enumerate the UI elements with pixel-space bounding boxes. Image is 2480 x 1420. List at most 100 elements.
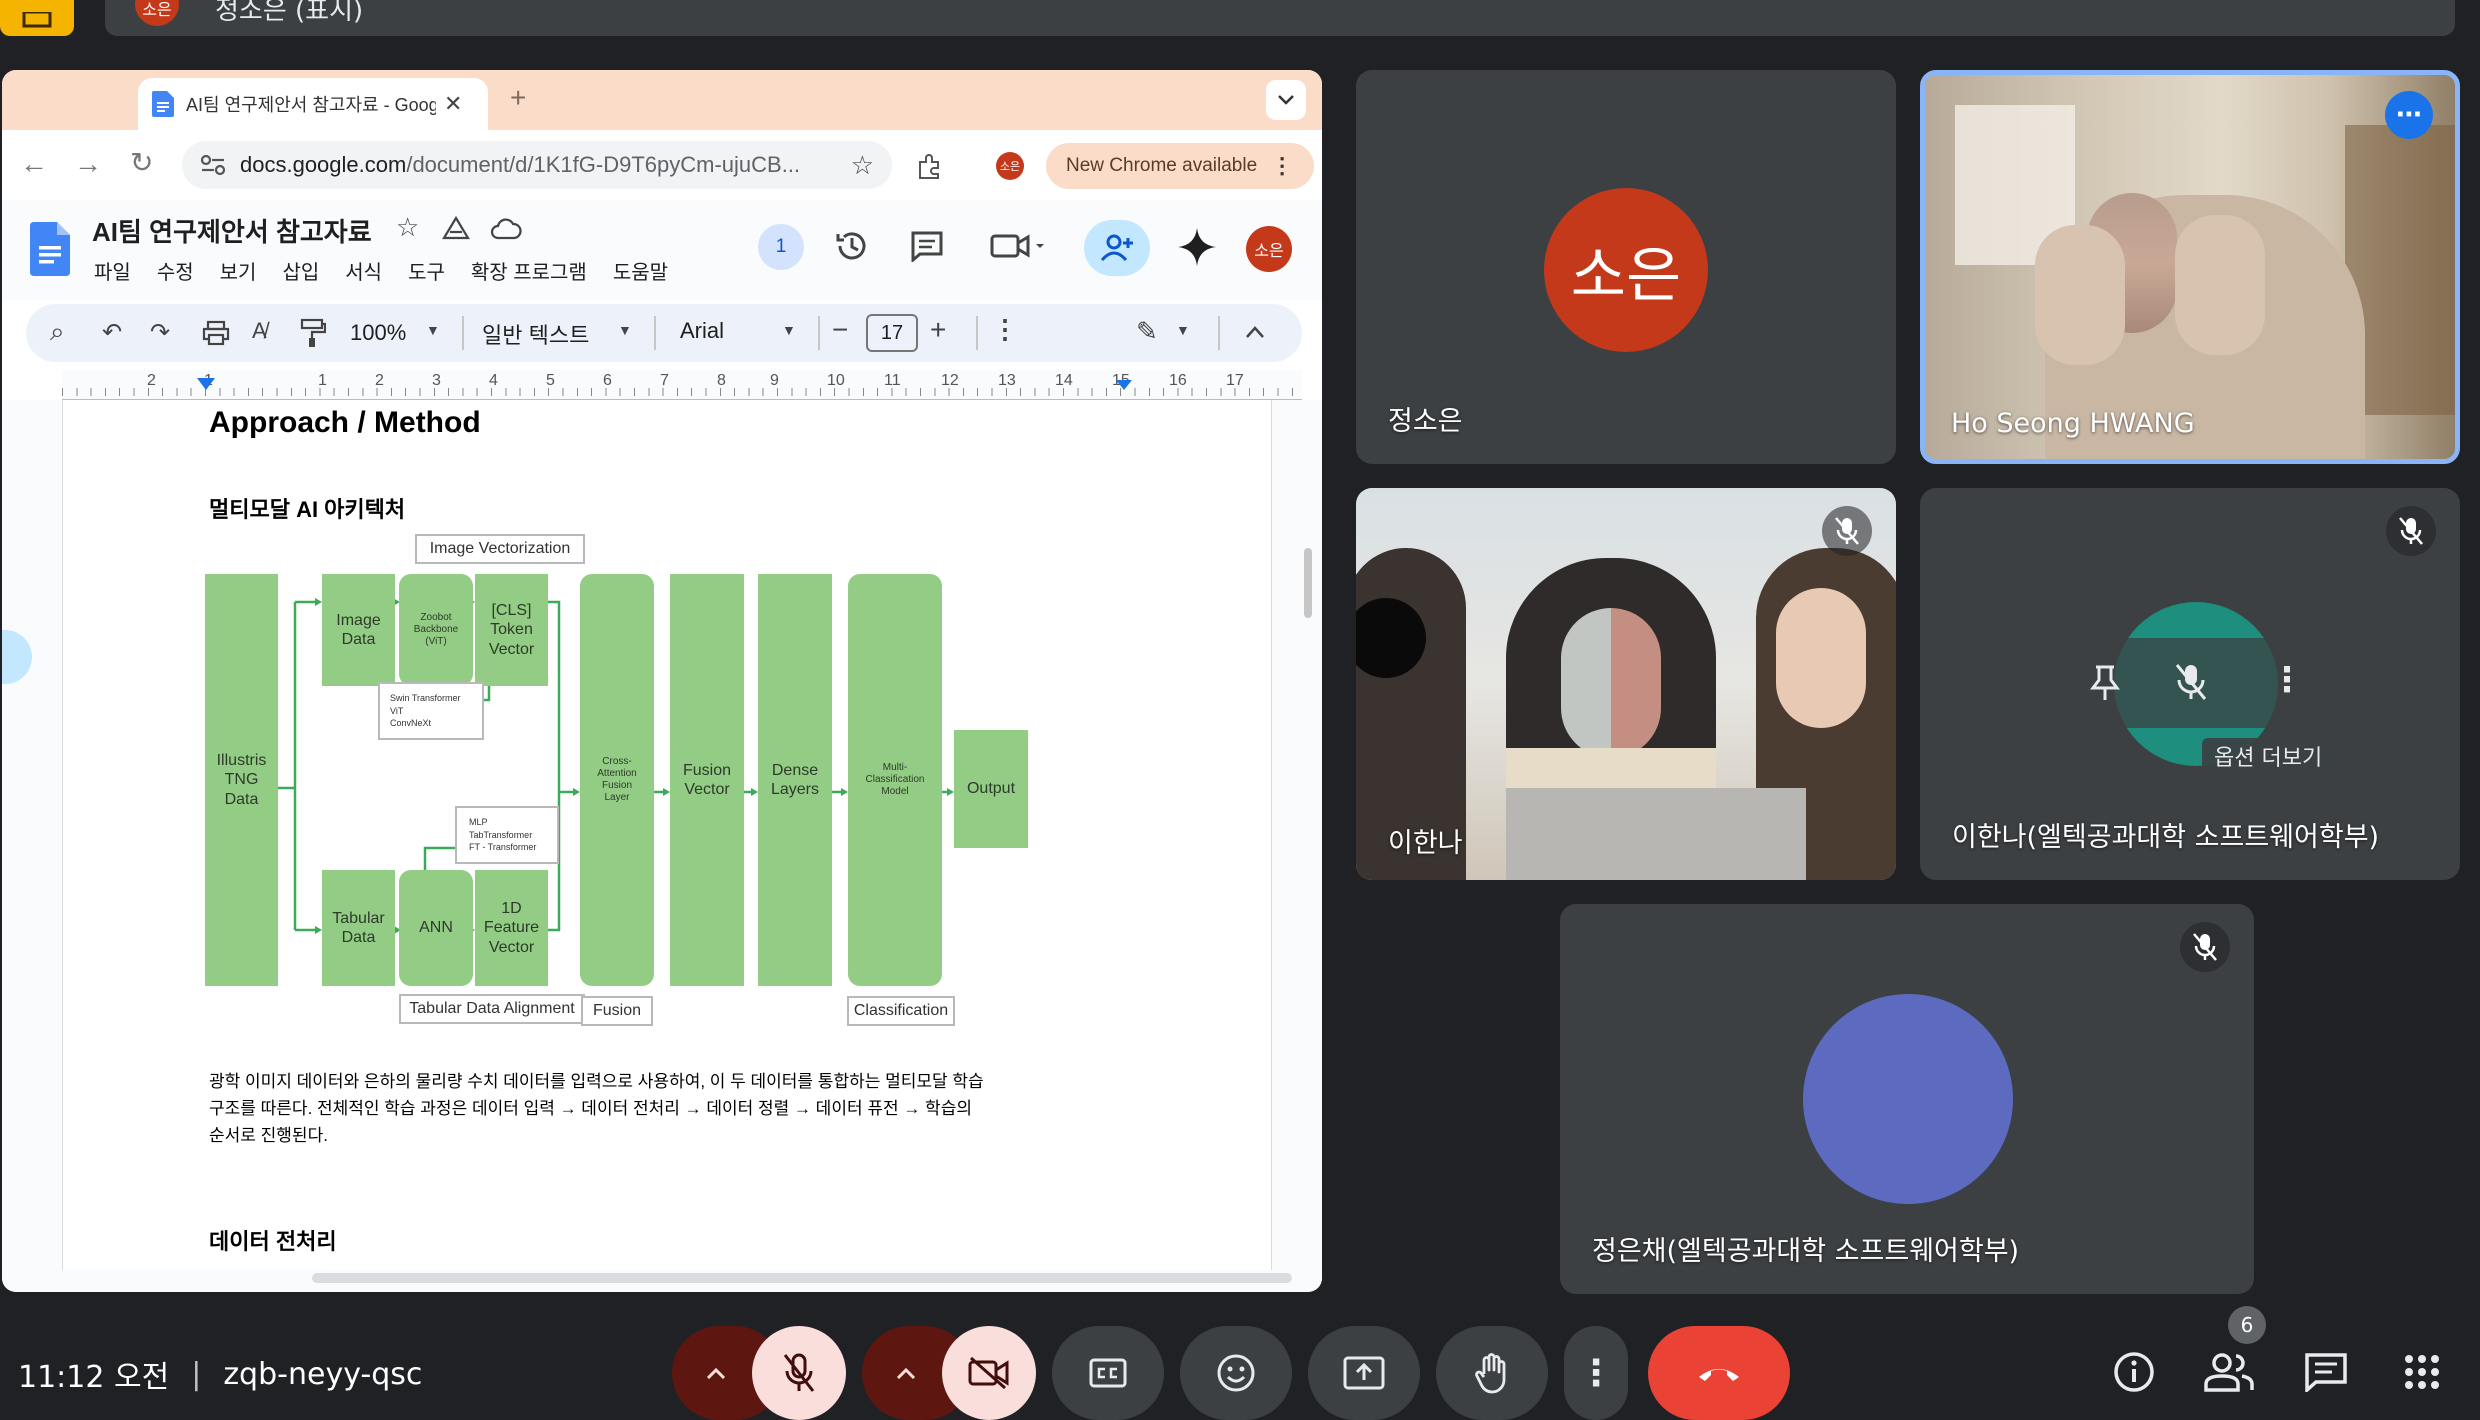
profile-avatar[interactable]: 소은 — [996, 152, 1024, 180]
video-person-right-face — [1776, 588, 1866, 728]
document-title[interactable]: AI팀 연구제안서 참고자료 — [92, 212, 372, 249]
tab-search-button[interactable] — [1266, 80, 1306, 120]
account-avatar[interactable]: 소은 — [1246, 226, 1292, 272]
forward-icon[interactable]: → — [74, 148, 102, 180]
box-line: ConvNeXt — [390, 718, 432, 729]
address-bar[interactable]: docs.google.com/document/d/1K1fG-D9T6pyC… — [182, 141, 892, 189]
architecture-diagram: Image Vectorization Illustris TNG Data Ima… — [203, 530, 1143, 1050]
vertical-scrollbar[interactable] — [1304, 548, 1312, 618]
docs-favicon-icon — [152, 91, 174, 117]
comments-icon[interactable] — [910, 230, 944, 262]
menu-edit[interactable]: 수정 — [157, 256, 194, 285]
font-size-input[interactable]: 17 — [866, 314, 918, 352]
font-dropdown-icon[interactable]: ▼ — [782, 322, 796, 338]
new-chrome-available-button[interactable]: New Chrome available ⋮ — [1046, 143, 1314, 189]
back-icon[interactable]: ← — [20, 148, 48, 180]
undo-icon[interactable]: ↶ — [102, 318, 122, 347]
meeting-details-icon[interactable] — [2112, 1350, 2156, 1394]
pin-icon[interactable] — [2090, 664, 2120, 702]
share-button[interactable] — [1084, 220, 1150, 276]
chrome-menu-icon[interactable]: ⋮ — [1271, 153, 1293, 179]
paint-format-icon[interactable] — [300, 318, 326, 348]
bookmark-star-icon[interactable]: ☆ — [851, 150, 874, 181]
reload-icon[interactable]: ↻ — [130, 146, 153, 179]
more-options-button[interactable]: ⋯ — [2385, 91, 2433, 139]
participant-tile-jeongsoeun[interactable]: 소은 정소은 — [1356, 70, 1896, 464]
editing-mode-dropdown-icon[interactable]: ▼ — [1176, 322, 1190, 338]
style-dropdown-icon[interactable]: ▼ — [618, 322, 632, 338]
label-image-vectorization: Image Vectorization — [415, 534, 585, 564]
activities-grid-icon[interactable] — [2404, 1354, 2440, 1390]
cloud-saved-icon[interactable] — [490, 218, 522, 240]
people-icon[interactable] — [2204, 1352, 2254, 1392]
redo-icon[interactable]: ↷ — [150, 318, 170, 347]
participant-tile-ihanna-eltech[interactable]: ⋮ 옵션 더보기 이한나(엘텍공과대학 소프트웨어학부) — [1920, 488, 2460, 880]
tab-close-icon[interactable]: ✕ — [444, 91, 462, 117]
right-indent-marker[interactable] — [1116, 380, 1132, 390]
site-info-icon[interactable] — [200, 154, 226, 176]
meet-video-icon[interactable] — [990, 232, 1046, 260]
hide-menus-chevron-up-icon[interactable] — [1246, 326, 1264, 338]
url-path: /document/d/1K1fG-D9T6pyCm-ujuCB... — [406, 152, 801, 177]
style-select[interactable]: 일반 텍스트 — [482, 318, 589, 350]
spellcheck-icon[interactable]: A̸ — [252, 318, 267, 344]
move-icon[interactable] — [442, 216, 470, 242]
present-banner-icon[interactable] — [0, 0, 74, 36]
menu-file[interactable]: 파일 — [94, 256, 131, 285]
editing-mode-icon[interactable]: ✎ — [1136, 316, 1158, 347]
print-icon[interactable] — [202, 320, 230, 346]
document-page[interactable]: Approach / Method 멀티모달 AI 아키텍처 Image Vec… — [62, 400, 1272, 1270]
ruler-num: 5 — [546, 372, 555, 389]
zoom-select[interactable]: 100% — [350, 320, 406, 346]
microphone-toggle-button[interactable] — [752, 1326, 846, 1420]
left-indent-marker[interactable] — [197, 378, 215, 390]
menu-help[interactable]: 도움말 — [613, 256, 668, 285]
collapse-outline-button[interactable] — [2, 630, 32, 684]
increase-font-button[interactable]: + — [930, 314, 946, 346]
more-options-icon[interactable]: ⋮ — [2270, 660, 2304, 700]
shared-screen: AI팀 연구제안서 참고자료 - Goog ✕ + ← → ↻ docs.goo… — [2, 70, 1322, 1292]
menu-insert[interactable]: 삽입 — [282, 256, 319, 285]
hang-up-icon — [1699, 1369, 1739, 1381]
present-now-button[interactable] — [1308, 1326, 1420, 1420]
section-heading: Approach / Method — [209, 406, 481, 439]
docs-logo-icon[interactable] — [30, 222, 70, 276]
chrome-tab[interactable]: AI팀 연구제안서 참고자료 - Goog ✕ — [138, 78, 488, 130]
extensions-icon[interactable] — [916, 152, 944, 180]
mute-participant-icon[interactable] — [2174, 662, 2208, 702]
viewer-count-badge[interactable]: 1 — [758, 224, 804, 270]
body-paragraph: 광학 이미지 데이터와 은하의 물리량 수치 데이터를 입력으로 사용하여, 이… — [209, 1068, 984, 1149]
version-history-icon[interactable] — [834, 228, 870, 264]
search-menus-icon[interactable]: ⌕ — [50, 316, 65, 348]
menu-extensions[interactable]: 확장 프로그램 — [471, 256, 587, 285]
participant-tile-ihanna[interactable]: 이한나 — [1356, 488, 1896, 880]
gemini-icon[interactable] — [1178, 228, 1216, 266]
participant-tile-jeongeunchae[interactable]: 정은채(엘텍공과대학 소프트웨어학부) — [1560, 904, 2254, 1294]
menu-view[interactable]: 보기 — [220, 256, 257, 285]
chat-icon[interactable] — [2304, 1352, 2348, 1392]
reactions-button[interactable] — [1180, 1326, 1292, 1420]
decrease-font-button[interactable]: − — [832, 314, 848, 346]
ruler-num: 8 — [717, 372, 726, 389]
new-tab-button[interactable]: + — [510, 82, 526, 114]
camera-toggle-button[interactable] — [942, 1326, 1036, 1420]
font-select[interactable]: Arial — [680, 318, 724, 344]
label-text: Fusion — [592, 1002, 642, 1019]
more-options-button[interactable]: ⋮ — [1564, 1326, 1628, 1420]
participant-tile-hoseong-hwang[interactable]: ⋯ Ho Seong HWANG — [1920, 70, 2460, 464]
leave-call-button[interactable] — [1648, 1326, 1790, 1420]
box-line: Dense — [771, 761, 819, 779]
raise-hand-button[interactable] — [1436, 1326, 1548, 1420]
document-canvas: Approach / Method 멀티모달 AI 아키텍처 Image Vec… — [2, 400, 1322, 1292]
presenter-label: 정소은 (표시) — [215, 0, 364, 26]
docs-toolbar: ⌕ ↶ ↷ A̸ 100% ▼ 일반 텍스트 ▼ Arial ▼ − 17 + … — [26, 304, 1302, 362]
label-tabular-data-alignment: Tabular Data Alignment — [399, 994, 585, 1024]
menu-tools[interactable]: 도구 — [408, 256, 445, 285]
zoom-dropdown-icon[interactable]: ▼ — [426, 322, 440, 338]
ruler-num: 2 — [375, 372, 384, 389]
menu-format[interactable]: 서식 — [345, 256, 382, 285]
star-icon[interactable]: ☆ — [396, 212, 419, 243]
more-tools-icon[interactable]: ⋮ — [992, 314, 1018, 345]
horizontal-scrollbar[interactable] — [312, 1273, 1292, 1283]
captions-button[interactable] — [1052, 1326, 1164, 1420]
